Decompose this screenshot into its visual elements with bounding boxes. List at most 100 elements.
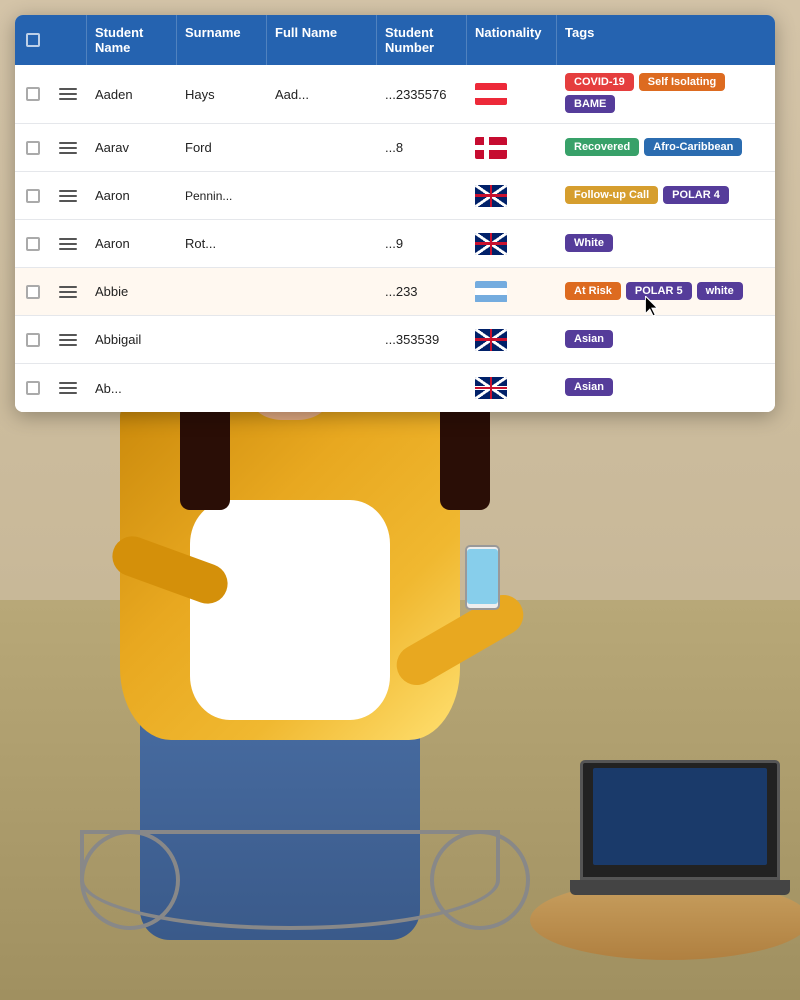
- tags-cell: At Risk POLAR 5 white Student is at risk…: [557, 274, 775, 310]
- laptop-screen: [580, 760, 780, 880]
- row-menu[interactable]: [51, 326, 87, 354]
- row-checkbox[interactable]: [15, 373, 51, 403]
- student-number: ...353539: [377, 324, 467, 355]
- tag-at-risk[interactable]: At Risk: [565, 282, 621, 300]
- nationality-flag: [467, 75, 557, 113]
- flag-uk: [475, 329, 507, 351]
- tag-self-isolating[interactable]: Self Isolating: [639, 73, 725, 91]
- full-name: [267, 284, 377, 300]
- header-checkbox-cell: [15, 15, 51, 65]
- tags-cell: Recovered Afro-Caribbean: [557, 130, 775, 166]
- wheelchair-wheel-left: [80, 830, 180, 930]
- surname: Pennin...: [177, 181, 267, 211]
- row-menu-icon[interactable]: [59, 286, 77, 298]
- student-name: Aaron: [87, 228, 177, 259]
- flag-uk: [475, 377, 507, 399]
- nationality-flag: [467, 273, 557, 311]
- th-full-name: Full Name: [267, 15, 377, 65]
- row-menu[interactable]: [51, 374, 87, 402]
- tags-cell: Asian: [557, 322, 775, 358]
- nationality-flag: [467, 369, 557, 407]
- full-name: [267, 140, 377, 156]
- tag-afro-caribbean[interactable]: Afro-Caribbean: [644, 138, 742, 156]
- tag-recovered[interactable]: Recovered: [565, 138, 639, 156]
- row-checkbox[interactable]: [15, 79, 51, 109]
- student-name: Aaron: [87, 180, 177, 211]
- tag-polar4[interactable]: POLAR 4: [663, 186, 729, 204]
- row-menu[interactable]: [51, 134, 87, 162]
- nationality-flag: [467, 225, 557, 263]
- surname: Ford: [177, 132, 267, 163]
- tag-asian[interactable]: Asian: [565, 378, 613, 396]
- surname: [177, 284, 267, 300]
- nationality-flag: [467, 129, 557, 167]
- tag-polar5[interactable]: POLAR 5: [626, 282, 692, 300]
- student-number: ...8: [377, 132, 467, 163]
- flag: [475, 83, 507, 105]
- full-name: Aad...: [267, 79, 377, 110]
- row-menu[interactable]: [51, 230, 87, 258]
- tags-cell: White: [557, 226, 775, 262]
- student-name: Aaden: [87, 79, 177, 110]
- row-menu[interactable]: [51, 278, 87, 306]
- row-checkbox[interactable]: [15, 181, 51, 211]
- surname: [177, 380, 267, 396]
- row-menu[interactable]: [51, 182, 87, 210]
- tags-cell: Asian: [557, 370, 775, 406]
- surname: Hays: [177, 79, 267, 110]
- row-menu-icon[interactable]: [59, 238, 77, 250]
- row-menu-icon[interactable]: [59, 88, 77, 100]
- table-row: Aarav Ford ...8 Recovered Afro-Caribbean: [15, 124, 775, 172]
- shirt: [190, 500, 390, 720]
- student-number: [377, 380, 467, 396]
- row-checkbox[interactable]: [15, 229, 51, 259]
- tag-bame[interactable]: BAME: [565, 95, 615, 113]
- student-number: ...2335576: [377, 79, 467, 110]
- full-name: [267, 188, 377, 204]
- student-name: Abbigail: [87, 324, 177, 355]
- row-checkbox[interactable]: [15, 133, 51, 163]
- flag-argentina: [475, 281, 507, 303]
- th-surname: Surname: [177, 15, 267, 65]
- tag-follow-up[interactable]: Follow-up Call: [565, 186, 658, 204]
- th-student-name: Student Name: [87, 15, 177, 65]
- surname: [177, 332, 267, 348]
- tag-asian[interactable]: Asian: [565, 330, 613, 348]
- row-menu-icon[interactable]: [59, 190, 77, 202]
- tag-covid[interactable]: COVID-19: [565, 73, 634, 91]
- row-menu-icon[interactable]: [59, 334, 77, 346]
- row-menu-icon[interactable]: [59, 382, 77, 394]
- student-number: ...233: [377, 276, 467, 307]
- tags-cell: COVID-19 Self Isolating BAME: [557, 65, 775, 123]
- table-body: Aaden Hays Aad... ...2335576 COVID-19 Se…: [15, 65, 775, 412]
- flag-uk: [475, 233, 507, 255]
- th-tags: Tags: [557, 15, 775, 65]
- tag-white[interactable]: White: [565, 234, 613, 252]
- table-row: Aaron Rot... ...9 White: [15, 220, 775, 268]
- row-checkbox[interactable]: [15, 277, 51, 307]
- flag-uk: [475, 185, 507, 207]
- table-row: Aaden Hays Aad... ...2335576 COVID-19 Se…: [15, 65, 775, 124]
- table-row: Abbigail ...353539 Asian: [15, 316, 775, 364]
- data-table: Student Name Surname Full Name Student N…: [15, 15, 775, 412]
- row-menu[interactable]: [51, 80, 87, 108]
- laptop-base: [570, 880, 790, 895]
- table-row: Abbie ...233 At Risk POLAR 5 white: [15, 268, 775, 316]
- nationality-flag: [467, 321, 557, 359]
- laptop-display: [593, 768, 768, 865]
- th-menu: [51, 15, 87, 65]
- laptop-area: [570, 760, 790, 920]
- background-person: [60, 320, 560, 940]
- nationality-flag: [467, 177, 557, 215]
- student-name: Abbie: [87, 276, 177, 307]
- full-name: [267, 380, 377, 396]
- tag-white-lowercase[interactable]: white: [697, 282, 743, 300]
- tags-cell: Follow-up Call POLAR 4: [557, 178, 775, 214]
- row-checkbox[interactable]: [15, 325, 51, 355]
- phone: [465, 545, 500, 610]
- th-student-number: Student Number: [377, 15, 467, 65]
- select-all-checkbox[interactable]: [26, 33, 40, 47]
- full-name: [267, 332, 377, 348]
- row-menu-icon[interactable]: [59, 142, 77, 154]
- phone-screen: [467, 549, 498, 604]
